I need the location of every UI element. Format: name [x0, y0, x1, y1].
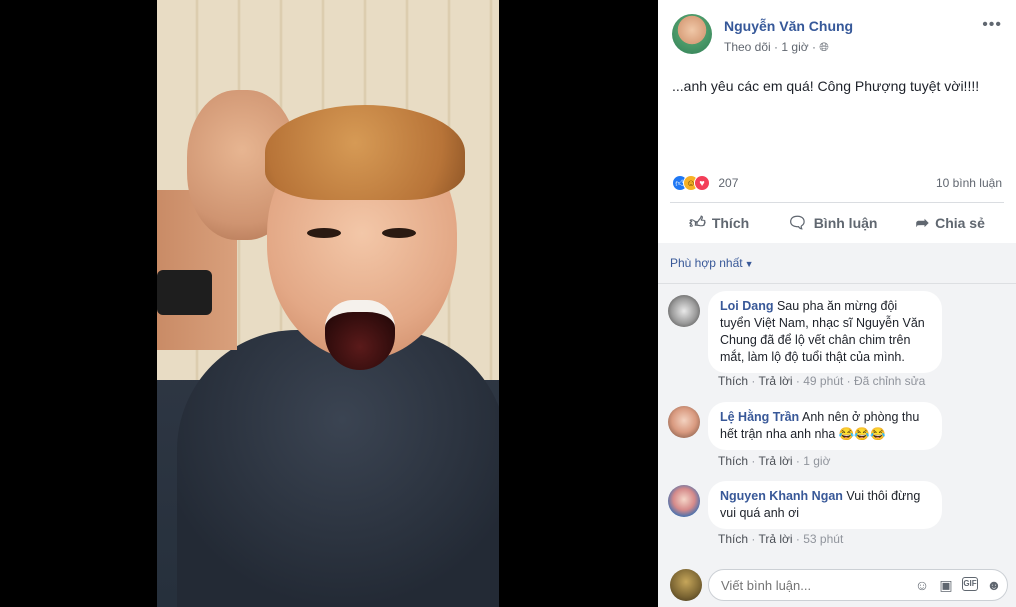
like-button[interactable]: 👍︎ Thích	[689, 214, 749, 233]
share-button[interactable]: ➦ Chia sẻ	[916, 213, 985, 233]
comment-button[interactable]: 🗨︎ Bình luận	[787, 213, 877, 233]
thumbs-up-icon: 👍︎	[689, 214, 706, 232]
caret-down-icon: ▼	[744, 259, 754, 269]
comment-time[interactable]: 1 giờ	[803, 454, 830, 468]
comment-composer: ☺︎ ▣ GIF ☻	[658, 565, 1016, 607]
comment-like-link[interactable]: Thích	[718, 454, 748, 468]
photo-eye-left	[307, 228, 341, 238]
globe-icon: 🌐︎	[819, 40, 829, 54]
comment-edited[interactable]: Đã chỉnh sửa	[854, 374, 925, 388]
divider	[658, 283, 1016, 284]
post-actions: 👍︎ Thích 🗨︎ Bình luận ➦ Chia sẻ	[670, 207, 1004, 239]
author-name[interactable]: Nguyễn Văn Chung	[724, 18, 853, 34]
photo-watch	[157, 270, 212, 315]
comment-count[interactable]: 10 bình luận	[936, 176, 1002, 190]
camera-icon[interactable]: ▣	[938, 577, 954, 593]
share-label: Chia sẻ	[935, 215, 985, 231]
sticker-icon[interactable]: ☻	[986, 577, 1002, 593]
post-panel: Nguyễn Văn Chung Theo dõi · 1 giờ · 🌐︎ •…	[658, 0, 1016, 607]
photo-viewer	[0, 0, 658, 607]
gif-icon[interactable]: GIF	[962, 577, 978, 591]
post-photo[interactable]	[157, 0, 499, 607]
comment-label: Bình luận	[813, 215, 878, 231]
comment-reply-link[interactable]: Trả lời	[758, 532, 792, 546]
comments-section: Phù hợp nhất ▼ Loi Dang Sau pha ăn mừng đ…	[658, 243, 1016, 607]
photo-shirt	[177, 330, 499, 607]
author-avatar[interactable]	[672, 14, 712, 54]
reactions-bar[interactable]: 👍︎ ☺︎ ♥︎ 207 10 bình luận	[672, 175, 1002, 193]
commenter-name[interactable]: Nguyen Khanh Ngan	[720, 489, 843, 503]
comment-bubble: Lệ Hằng Trần Anh nên ở phòng thu hết trậ…	[708, 402, 942, 450]
photo-hair	[265, 105, 465, 200]
post-time[interactable]: 1 giờ	[781, 40, 808, 54]
love-reaction-icon: ♥︎	[694, 175, 710, 191]
post-header: Nguyễn Văn Chung Theo dõi · 1 giờ · 🌐︎ •…	[672, 14, 1002, 58]
divider	[670, 202, 1004, 203]
comment-time[interactable]: 53 phút	[803, 532, 843, 546]
commenter-name[interactable]: Lệ Hằng Trần	[720, 410, 799, 424]
comment-like-link[interactable]: Thích	[718, 374, 748, 388]
comment-time[interactable]: 49 phút	[803, 374, 843, 388]
sort-dropdown[interactable]: Phù hợp nhất ▼	[670, 256, 754, 270]
commenter-avatar[interactable]	[668, 295, 700, 327]
like-label: Thích	[711, 215, 750, 231]
composer-icons: ☺︎ ▣ GIF ☻	[914, 577, 1002, 593]
commenter-avatar[interactable]	[668, 485, 700, 517]
comment-reply-link[interactable]: Trả lời	[758, 374, 792, 388]
reaction-count[interactable]: 207	[718, 176, 738, 190]
comment-bubble: Nguyen Khanh Ngan Vui thôi đừng vui quá …	[708, 481, 942, 529]
post-text: ...anh yêu các em quá! Công Phượng tuyệt…	[672, 78, 980, 94]
comment-like-link[interactable]: Thích	[718, 532, 748, 546]
commenter-avatar[interactable]	[668, 406, 700, 438]
post-meta: Theo dõi · 1 giờ · 🌐︎	[724, 40, 829, 55]
comment-actions: Thích · Trả lời · 53 phút	[718, 532, 844, 546]
photo-eye-right	[382, 228, 416, 238]
follow-link[interactable]: Theo dõi	[724, 40, 771, 54]
comment-actions: Thích · Trả lời · 1 giờ	[718, 454, 831, 468]
comment-bubble: Loi Dang Sau pha ăn mừng đội tuyển Việt …	[708, 291, 942, 373]
commenter-name[interactable]: Loi Dang	[720, 299, 773, 313]
comment-bubble-icon: 🗨︎	[787, 215, 808, 232]
current-user-avatar[interactable]	[670, 569, 702, 601]
sort-label: Phù hợp nhất	[670, 256, 743, 270]
comment-actions: Thích · Trả lời · 49 phút · Đã chỉnh sửa	[718, 374, 926, 388]
emoji-icon[interactable]: ☺︎	[914, 577, 930, 593]
more-options-icon[interactable]: •••	[982, 16, 1002, 34]
comment-reply-link[interactable]: Trả lời	[758, 454, 792, 468]
photo-mouth	[325, 300, 395, 370]
share-arrow-icon: ➦	[915, 215, 930, 232]
